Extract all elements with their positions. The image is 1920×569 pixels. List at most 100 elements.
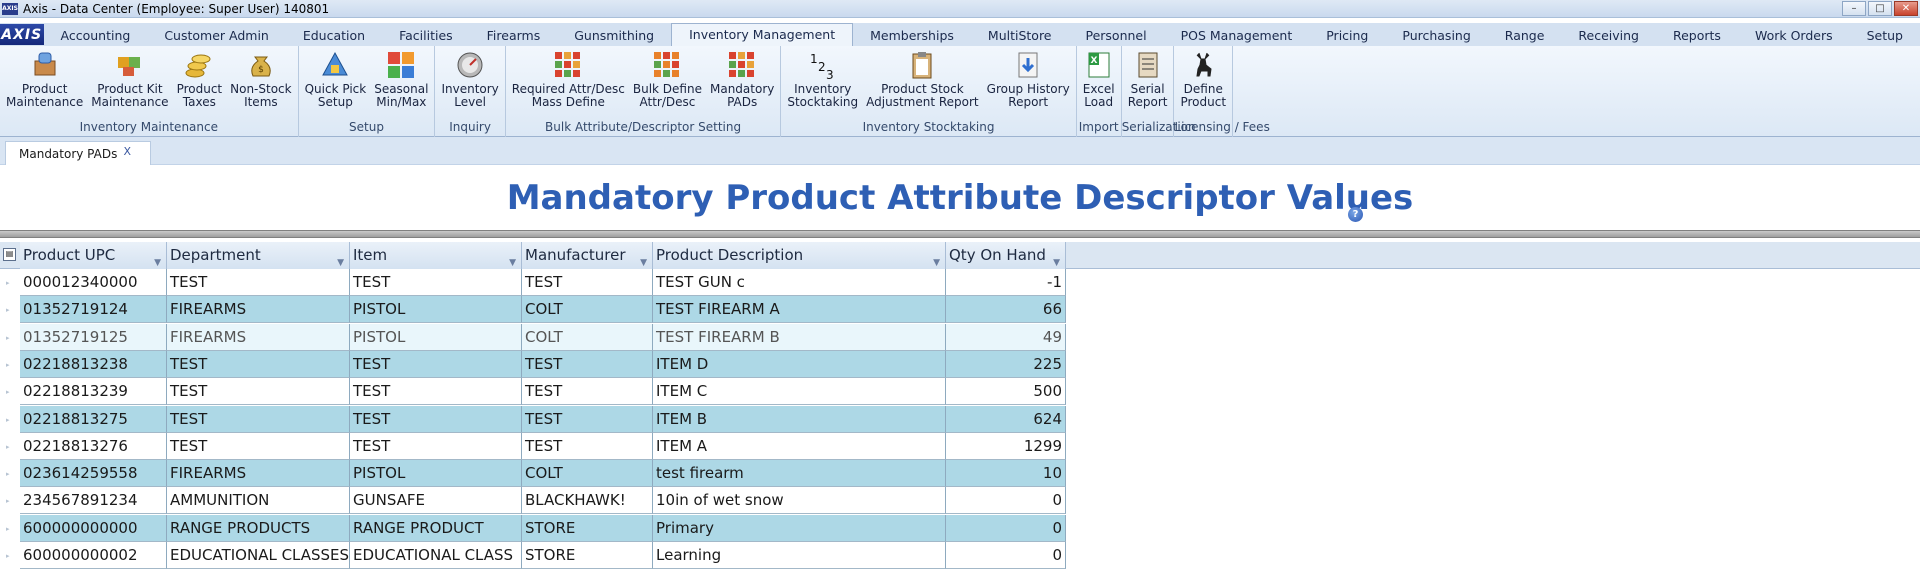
cell-upc: 600000000000 bbox=[20, 514, 167, 542]
ribbon-group-licensing-fees: Define Product Licensing / Fees bbox=[1174, 46, 1270, 137]
menu-tab-multistore[interactable]: MultiStore bbox=[971, 25, 1069, 46]
cell-mfr: TEST bbox=[522, 378, 653, 406]
ribbon-button-label: Inventory Level bbox=[441, 82, 499, 109]
svg-text:1: 1 bbox=[810, 52, 818, 66]
ribbon-button-label: Product Kit Maintenance bbox=[91, 82, 169, 109]
cell-upc: 000012340000 bbox=[20, 269, 167, 296]
cell-upc: 600000000002 bbox=[20, 542, 167, 569]
cell-qty: 624 bbox=[946, 405, 1066, 433]
cell-desc: 10in of wet snow bbox=[653, 487, 946, 515]
ribbon-group-label: Inventory Maintenance bbox=[79, 120, 218, 134]
cell-upc: 01352719124 bbox=[20, 296, 167, 324]
ribbon-group-label: Import bbox=[1078, 120, 1119, 134]
grid-orange-icon bbox=[651, 49, 683, 81]
cell-qty: 0 bbox=[946, 542, 1066, 569]
report-icon bbox=[1132, 49, 1164, 81]
cell-qty: -1 bbox=[946, 269, 1066, 296]
table-row[interactable]: ▸ 600000000000 RANGE PRODUCTS RANGE PRODUCT… bbox=[0, 514, 1066, 542]
table-row[interactable]: ▸ 02218813275 TEST TEST TEST ITEM B 624 bbox=[0, 405, 1066, 433]
ribbon: Product Maintenance Product Kit Maintenan… bbox=[0, 46, 1920, 137]
cell-dept: RANGE PRODUCTS bbox=[167, 514, 350, 542]
menu-tab-setup[interactable]: Setup bbox=[1850, 25, 1920, 46]
table-row[interactable]: ▸ 234567891234 AMMUNITION GUNSAFE BLACKHAWK!… bbox=[0, 487, 1066, 515]
column-header-manufacturer[interactable]: Manufacturer ▼ bbox=[522, 242, 653, 269]
cell-dept: TEST bbox=[167, 378, 350, 406]
menu-tab-firearms[interactable]: Firearms bbox=[470, 25, 558, 46]
cell-desc: TEST FIREARM A bbox=[653, 296, 946, 324]
close-button[interactable]: ✕ bbox=[1894, 1, 1918, 16]
cell-mfr: COLT bbox=[522, 460, 653, 488]
tab-close-icon[interactable]: X bbox=[123, 145, 131, 158]
cell-upc: 023614259558 bbox=[20, 460, 167, 488]
column-header-label: Manufacturer bbox=[525, 246, 626, 264]
cell-item: TEST bbox=[350, 269, 522, 296]
puzzle-icon bbox=[114, 49, 146, 81]
row-indicator-icon: ▸ bbox=[6, 333, 10, 342]
seasons-icon bbox=[385, 49, 417, 81]
ribbon-button-label: Required Attr/Desc Mass Define bbox=[511, 82, 625, 109]
menu-tab-personnel[interactable]: Personnel bbox=[1069, 25, 1164, 46]
ribbon-button-label: Inventory Stocktaking bbox=[787, 82, 859, 109]
column-header-qty-on-hand[interactable]: Qty On Hand ▼ bbox=[946, 242, 1066, 269]
tab-mandatory-pads[interactable]: Mandatory PADs X bbox=[5, 141, 151, 165]
column-header-product-upc[interactable]: Product UPC ▼ bbox=[20, 242, 167, 269]
menu-tab-reports[interactable]: Reports bbox=[1656, 25, 1738, 46]
cell-mfr: TEST bbox=[522, 405, 653, 433]
table-row[interactable]: ▸ 01352719124 FIREARMS PISTOL COLT TEST FIREA… bbox=[0, 296, 1066, 324]
table-row[interactable]: ▸ 02218813276 TEST TEST TEST ITEM A 1299 bbox=[0, 432, 1066, 460]
table-row[interactable]: ▸ 023614259558 FIREARMS PISTOL COLT test fire… bbox=[0, 460, 1066, 488]
column-header-label: Product UPC bbox=[23, 246, 116, 264]
column-header-item[interactable]: Item ▼ bbox=[350, 242, 522, 269]
menu-tab-facilities[interactable]: Facilities bbox=[382, 25, 470, 46]
table-row[interactable]: ▸ 600000000002 EDUCATIONAL CLASSES EDUCATIO… bbox=[0, 542, 1066, 569]
menu-tab-accounting[interactable]: Accounting bbox=[44, 25, 148, 46]
svg-text:$: $ bbox=[258, 65, 264, 75]
grid-header: ▤ Product UPC ▼ Department ▼ Item ▼ Manufactur… bbox=[0, 242, 1920, 269]
menu-tab-customer-admin[interactable]: Customer Admin bbox=[147, 25, 286, 46]
menu-tab-work-orders[interactable]: Work Orders bbox=[1738, 25, 1850, 46]
table-row[interactable]: ▸ 000012340000 TEST TEST TEST TEST GUN c -1 bbox=[0, 269, 1066, 296]
axis-logo[interactable]: AXIS bbox=[0, 24, 44, 45]
cell-dept: AMMUNITION bbox=[167, 487, 350, 515]
menu-tab-inventory-management[interactable]: Inventory Management bbox=[671, 23, 854, 46]
gauge-icon bbox=[454, 49, 486, 81]
cell-qty: 10 bbox=[946, 460, 1066, 488]
ribbon-group-serialization: Serial Report Serialization bbox=[1122, 46, 1196, 137]
grid-red-icon bbox=[552, 49, 584, 81]
maximize-button[interactable]: □ bbox=[1868, 1, 1892, 16]
column-chooser-icon[interactable]: ▤ bbox=[3, 248, 16, 261]
ribbon-button-label: Group History Report bbox=[986, 82, 1070, 109]
ribbon-button-label: Quick Pick Setup bbox=[304, 82, 367, 109]
quick-pick-icon bbox=[319, 49, 351, 81]
cell-desc: TEST GUN c bbox=[653, 269, 946, 296]
cell-item: TEST bbox=[350, 350, 522, 378]
column-header-department[interactable]: Department ▼ bbox=[167, 242, 350, 269]
splitter-bar[interactable] bbox=[0, 230, 1920, 238]
row-indicator-icon: ▸ bbox=[6, 470, 10, 479]
clipboard-icon bbox=[906, 49, 938, 81]
excel-icon: X bbox=[1083, 49, 1115, 81]
ribbon-group-inventory-stocktaking: 1 2 3 Inventory Stocktaking Product Stock Ad… bbox=[781, 46, 1077, 137]
menu-tab-memberships[interactable]: Memberships bbox=[853, 25, 971, 46]
menu-tab-receiving[interactable]: Receiving bbox=[1561, 25, 1656, 46]
table-row[interactable]: ▸ 02218813239 TEST TEST TEST ITEM C 500 bbox=[0, 378, 1066, 406]
menu-tab-pos-management[interactable]: POS Management bbox=[1164, 25, 1310, 46]
cell-item: TEST bbox=[350, 432, 522, 460]
column-header-product-description[interactable]: Product Description ▼ bbox=[653, 242, 946, 269]
cell-qty: 0 bbox=[946, 514, 1066, 542]
cell-upc: 02218813276 bbox=[20, 432, 167, 460]
menu-tab-purchasing[interactable]: Purchasing bbox=[1385, 25, 1487, 46]
menu-tab-pricing[interactable]: Pricing bbox=[1309, 25, 1385, 46]
cell-mfr: TEST bbox=[522, 350, 653, 378]
grid-red-icon bbox=[726, 49, 758, 81]
cell-item: PISTOL bbox=[350, 460, 522, 488]
table-row[interactable]: ▸ 01352719125 FIREARMS PISTOL COLT TEST FIREA… bbox=[0, 323, 1066, 351]
cell-desc: test firearm bbox=[653, 460, 946, 488]
menu-tab-range[interactable]: Range bbox=[1488, 25, 1562, 46]
cell-mfr: COLT bbox=[522, 296, 653, 324]
help-icon[interactable]: ? bbox=[1348, 207, 1363, 222]
minimize-button[interactable]: – bbox=[1842, 1, 1866, 16]
menu-tab-education[interactable]: Education bbox=[286, 25, 382, 46]
table-row[interactable]: ▸ 02218813238 TEST TEST TEST ITEM D 225 bbox=[0, 350, 1066, 378]
menu-tab-gunsmithing[interactable]: Gunsmithing bbox=[557, 25, 671, 46]
